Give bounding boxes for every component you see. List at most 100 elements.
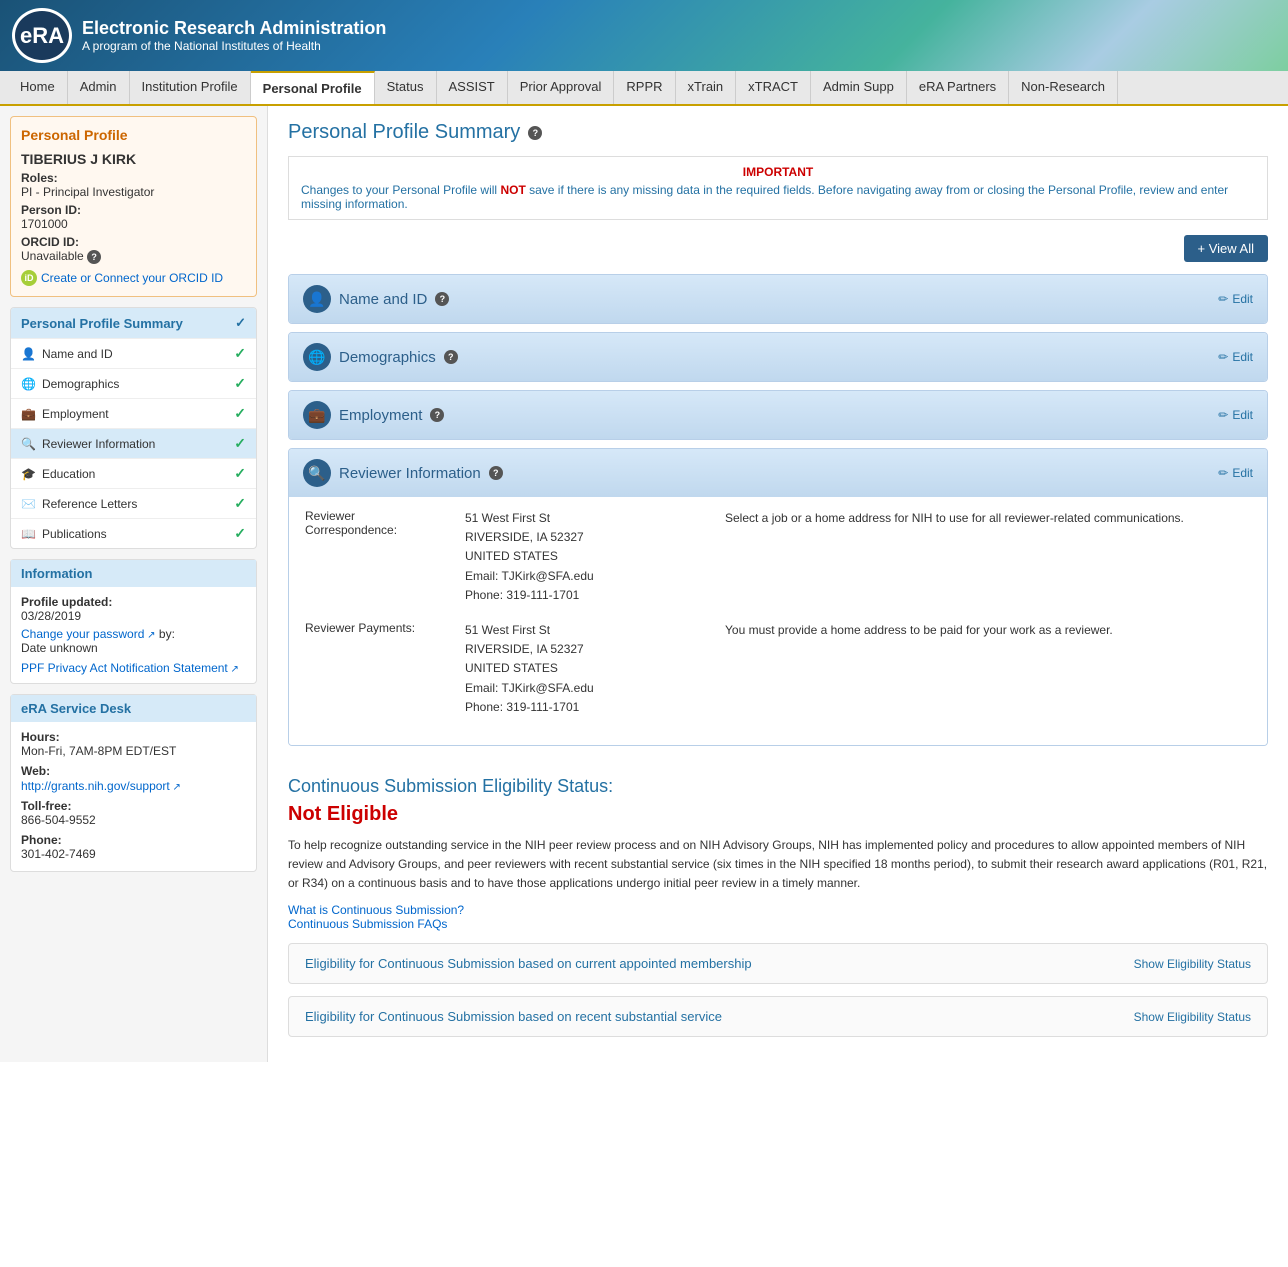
nav-item-personal-profile[interactable]: Personal Profile — [251, 71, 375, 104]
service-hours-label: Hours: — [21, 730, 246, 744]
name-id-help-icon[interactable]: ? — [435, 292, 449, 306]
continuous-faqs-link[interactable]: Continuous Submission FAQs — [288, 917, 1268, 931]
section-card-header-demographics: 🌐 Demographics ? ✏ Edit — [289, 333, 1267, 381]
main-nav: Home Admin Institution Profile Personal … — [0, 71, 1288, 106]
sidebar-item-employment[interactable]: 💼 Employment ✓ — [11, 398, 256, 428]
nav-item-xtrain[interactable]: xTrain — [676, 71, 737, 104]
reviewer-payments-note: You must provide a home address to be pa… — [725, 621, 1251, 717]
sidebar-roles-value: PI - Principal Investigator — [21, 185, 246, 199]
reviewer-correspondence-address: 51 West First St RIVERSIDE, IA 52327 UNI… — [465, 509, 705, 605]
nav-item-home[interactable]: Home — [8, 71, 68, 104]
reviewer-correspondence-label: Reviewer Correspondence: — [305, 509, 445, 605]
important-notice: IMPORTANT Changes to your Personal Profi… — [288, 156, 1268, 220]
nav-item-assist[interactable]: ASSIST — [437, 71, 508, 104]
edit-reviewer-link[interactable]: ✏ Edit — [1218, 466, 1253, 480]
reviewer-help-icon[interactable]: ? — [489, 466, 503, 480]
sidebar-item-reference-letters[interactable]: ✉️ Reference Letters ✓ — [11, 488, 256, 518]
important-text: Changes to your Personal Profile will NO… — [301, 183, 1255, 211]
reviewer-correspondence-row: Reviewer Correspondence: 51 West First S… — [305, 509, 1251, 605]
main-layout: Personal Profile TIBERIUS J KIRK Roles: … — [0, 106, 1288, 1062]
edit-employment-link[interactable]: ✏ Edit — [1218, 408, 1253, 422]
header-logo: eRA Electronic Research Administration A… — [12, 8, 386, 63]
app-subtitle: A program of the National Institutes of … — [82, 39, 386, 53]
envelope-icon: ✉️ — [21, 497, 36, 511]
sidebar-information-header: Information — [11, 560, 256, 587]
what-is-continuous-link[interactable]: What is Continuous Submission? — [288, 903, 1268, 917]
nav-item-admin[interactable]: Admin — [68, 71, 130, 104]
sidebar-item-education[interactable]: 🎓 Education ✓ — [11, 458, 256, 488]
sidebar-item-publications[interactable]: 📖 Publications ✓ — [11, 518, 256, 548]
orcid-help-icon[interactable]: ? — [87, 250, 101, 264]
briefcase-section-icon: 💼 — [303, 401, 331, 429]
show-eligibility-status-link-1[interactable]: Show Eligibility Status — [1134, 957, 1251, 971]
nav-item-admin-supp[interactable]: Admin Supp — [811, 71, 907, 104]
era-logo-icon: eRA — [12, 8, 72, 63]
orcid-icon: iD — [21, 270, 37, 286]
eligibility-row-membership: Eligibility for Continuous Submission ba… — [288, 943, 1268, 984]
service-web-link[interactable]: http://grants.nih.gov/support — [21, 779, 181, 793]
not-eligible-status: Not Eligible — [288, 803, 1268, 826]
name-id-check: ✓ — [234, 345, 246, 362]
service-phone-value: 301-402-7469 — [21, 847, 246, 861]
nav-item-institution-profile[interactable]: Institution Profile — [130, 71, 251, 104]
person-icon: 👤 — [21, 347, 36, 361]
page-title: Personal Profile Summary ? — [288, 121, 1268, 144]
nav-item-era-partners[interactable]: eRA Partners — [907, 71, 1009, 104]
profile-updated-value: 03/28/2019 — [21, 609, 246, 623]
reference-letters-check: ✓ — [234, 495, 246, 512]
sidebar-item-demographics[interactable]: 🌐 Demographics ✓ — [11, 368, 256, 398]
service-tollfree-label: Toll-free: — [21, 799, 246, 813]
sidebar-orcid-value: Unavailable ? — [21, 249, 246, 264]
employment-check: ✓ — [234, 405, 246, 422]
graduation-cap-icon: 🎓 — [21, 467, 36, 481]
nav-item-non-research[interactable]: Non-Research — [1009, 71, 1118, 104]
orcid-connect-link[interactable]: iD Create or Connect your ORCID ID — [21, 270, 246, 286]
sidebar-profile-box: Personal Profile TIBERIUS J KIRK Roles: … — [10, 116, 257, 297]
employment-help-icon[interactable]: ? — [430, 408, 444, 422]
nav-item-prior-approval[interactable]: Prior Approval — [508, 71, 615, 104]
sidebar-profile-summary-header: Personal Profile Summary ✓ — [11, 308, 256, 338]
section-card-header-employment: 💼 Employment ? ✏ Edit — [289, 391, 1267, 439]
sidebar-information-section: Information Profile updated: 03/28/2019 … — [10, 559, 257, 684]
service-desk-header: eRA Service Desk — [11, 695, 256, 722]
nav-item-xtract[interactable]: xTRACT — [736, 71, 811, 104]
eligibility-service-text: Eligibility for Continuous Submission ba… — [305, 1009, 722, 1024]
sidebar-item-name-and-id[interactable]: 👤 Name and ID ✓ — [11, 338, 256, 368]
sidebar-profile-title: Personal Profile — [21, 127, 246, 143]
sidebar: Personal Profile TIBERIUS J KIRK Roles: … — [0, 106, 268, 1062]
service-hours-value: Mon-Fri, 7AM-8PM EDT/EST — [21, 744, 246, 758]
show-eligibility-status-link-2[interactable]: Show Eligibility Status — [1134, 1010, 1251, 1024]
view-all-button[interactable]: + View All — [1184, 235, 1269, 262]
section-title-demographics: 🌐 Demographics ? — [303, 343, 458, 371]
reviewer-payments-row: Reviewer Payments: 51 West First St RIVE… — [305, 621, 1251, 717]
sidebar-user-name: TIBERIUS J KIRK — [21, 151, 246, 167]
header-text: Electronic Research Administration A pro… — [82, 18, 386, 53]
eligibility-row-service: Eligibility for Continuous Submission ba… — [288, 996, 1268, 1037]
eligibility-membership-text: Eligibility for Continuous Submission ba… — [305, 956, 752, 971]
nav-item-rppr[interactable]: RPPR — [614, 71, 675, 104]
change-password-link[interactable]: Change your password — [21, 627, 156, 641]
person-section-icon: 👤 — [303, 285, 331, 313]
edit-name-and-id-link[interactable]: ✏ Edit — [1218, 292, 1253, 306]
sidebar-item-reviewer-information[interactable]: 🔍 Reviewer Information ✓ — [11, 428, 256, 458]
main-content: Personal Profile Summary ? IMPORTANT Cha… — [268, 106, 1288, 1062]
section-card-header-reviewer-information: 🔍 Reviewer Information ? ✏ Edit — [289, 449, 1267, 497]
page-title-help-icon[interactable]: ? — [528, 126, 542, 140]
sidebar-orcid-label: ORCID ID: — [21, 235, 246, 249]
globe-icon: 🌐 — [21, 377, 36, 391]
change-password-by: by: — [159, 627, 175, 641]
view-all-container: + View All — [288, 235, 1268, 262]
ppf-privacy-link[interactable]: PPF Privacy Act Notification Statement — [21, 661, 246, 675]
sidebar-service-desk-section: eRA Service Desk Hours: Mon-Fri, 7AM-8PM… — [10, 694, 257, 872]
sidebar-person-id-value: 1701000 — [21, 217, 246, 231]
reviewer-check: ✓ — [234, 435, 246, 452]
edit-demographics-link[interactable]: ✏ Edit — [1218, 350, 1253, 364]
nav-item-status[interactable]: Status — [375, 71, 437, 104]
sidebar-profile-summary-section: Personal Profile Summary ✓ 👤 Name and ID… — [10, 307, 257, 549]
service-phone-label: Phone: — [21, 833, 246, 847]
section-card-header-name-and-id: 👤 Name and ID ? ✏ Edit — [289, 275, 1267, 323]
important-label: IMPORTANT — [301, 165, 1255, 179]
demographics-check: ✓ — [234, 375, 246, 392]
demographics-help-icon[interactable]: ? — [444, 350, 458, 364]
reviewer-correspondence-note: Select a job or a home address for NIH t… — [725, 509, 1251, 605]
